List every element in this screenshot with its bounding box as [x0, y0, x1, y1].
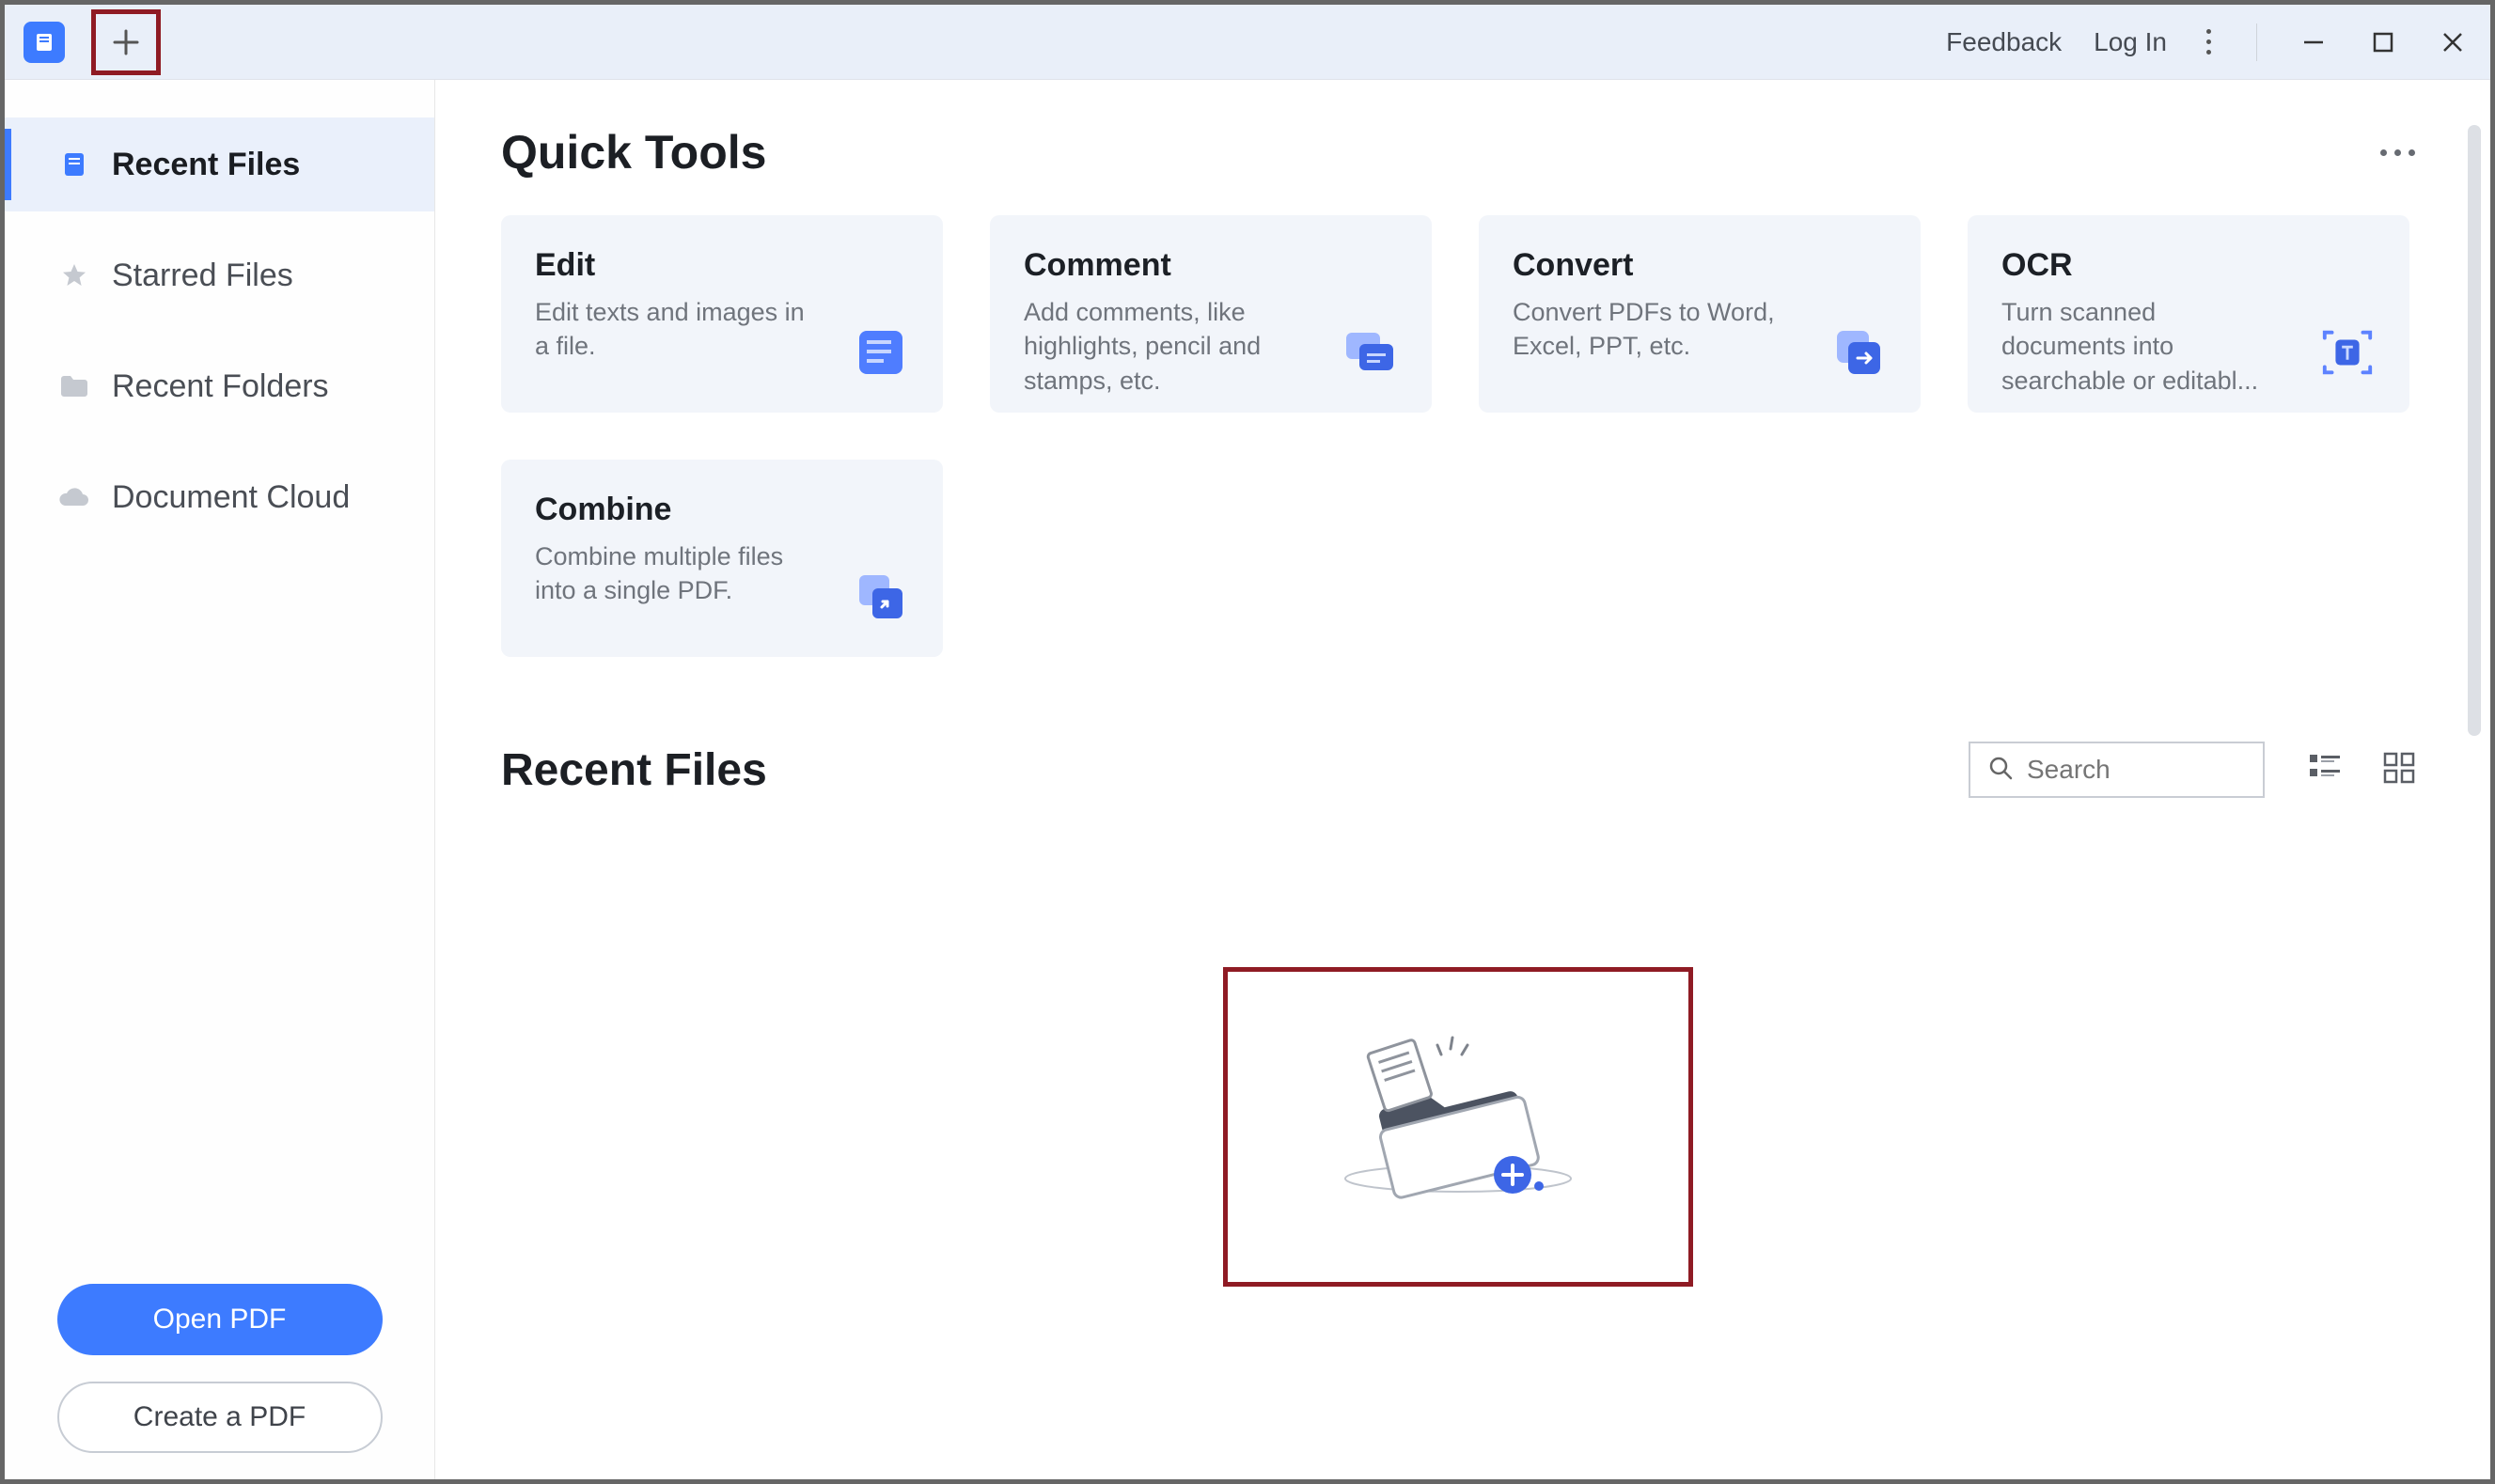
card-desc: Combine multiple files into a single PDF…: [535, 539, 815, 608]
open-pdf-button[interactable]: Open PDF: [57, 1284, 383, 1355]
card-desc: Turn scanned documents into searchable o…: [2001, 295, 2282, 398]
combine-icon: [853, 569, 909, 625]
close-button[interactable]: [2434, 23, 2471, 61]
app-window: Feedback Log In Recent Files: [0, 0, 2495, 1484]
tool-card-convert[interactable]: Convert Convert PDFs to Word, Excel, PPT…: [1479, 215, 1921, 413]
sidebar-item-label: Recent Files: [112, 147, 300, 183]
card-desc: Add comments, like highlights, pencil an…: [1024, 295, 1304, 398]
card-title: OCR: [2001, 247, 2282, 284]
search-box[interactable]: [1969, 742, 2265, 798]
tool-card-edit[interactable]: Edit Edit texts and images in a file.: [501, 215, 943, 413]
titlebar-right: Feedback Log In: [1946, 23, 2471, 61]
recent-files-header: Recent Files: [501, 742, 2415, 798]
card-desc: Edit texts and images in a file.: [535, 295, 815, 364]
quick-tools-title: Quick Tools: [501, 125, 766, 180]
card-title: Comment: [1024, 247, 1304, 284]
body: Recent Files Starred Files Recent Folder…: [5, 80, 2490, 1479]
tool-card-comment[interactable]: Comment Add comments, like highlights, p…: [990, 215, 1432, 413]
tool-card-combine[interactable]: Combine Combine multiple files into a si…: [501, 460, 943, 657]
sidebar-item-document-cloud[interactable]: Document Cloud: [5, 450, 434, 544]
ocr-icon: [2319, 324, 2376, 381]
new-tab-button[interactable]: [91, 9, 161, 75]
card-desc: Convert PDFs to Word, Excel, PPT, etc.: [1513, 295, 1793, 364]
list-view-button[interactable]: [2308, 752, 2342, 789]
titlebar: Feedback Log In: [5, 5, 2490, 80]
empty-folder-illustration: [1326, 1028, 1590, 1226]
folder-icon: [57, 369, 91, 403]
sidebar-item-recent-files[interactable]: Recent Files: [5, 117, 434, 211]
recent-files-empty-area: [501, 967, 2415, 1287]
sidebar: Recent Files Starred Files Recent Folder…: [5, 80, 435, 1479]
maximize-button[interactable]: [2364, 23, 2402, 61]
sidebar-item-label: Document Cloud: [112, 479, 350, 516]
star-icon: [57, 258, 91, 292]
grid-view-button[interactable]: [2383, 752, 2415, 789]
quick-tools-header: Quick Tools: [501, 125, 2415, 180]
card-title: Convert: [1513, 247, 1793, 284]
card-title: Combine: [535, 492, 815, 528]
convert-icon: [1830, 324, 1887, 381]
sidebar-item-label: Starred Files: [112, 258, 293, 294]
divider: [2256, 23, 2257, 61]
scrollbar[interactable]: [2468, 125, 2481, 736]
drop-file-highlight[interactable]: [1223, 967, 1693, 1287]
app-logo-button[interactable]: [24, 22, 65, 63]
more-menu-button[interactable]: [2199, 29, 2219, 55]
sidebar-item-label: Recent Folders: [112, 368, 329, 405]
comment-icon: [1342, 324, 1398, 381]
recent-files-title: Recent Files: [501, 744, 767, 796]
login-link[interactable]: Log In: [2094, 27, 2167, 57]
edit-icon: [853, 324, 909, 381]
create-pdf-button[interactable]: Create a PDF: [57, 1382, 383, 1453]
tool-card-ocr[interactable]: OCR Turn scanned documents into searchab…: [1968, 215, 2409, 413]
feedback-link[interactable]: Feedback: [1946, 27, 2062, 57]
quick-tools-more-button[interactable]: [2380, 149, 2415, 156]
minimize-button[interactable]: [2295, 23, 2332, 61]
sidebar-item-recent-folders[interactable]: Recent Folders: [5, 339, 434, 433]
main-panel: Quick Tools Edit Edit texts and images i…: [435, 80, 2490, 1479]
search-icon: [1987, 755, 2014, 786]
recent-files-tools: [1969, 742, 2415, 798]
sidebar-item-starred-files[interactable]: Starred Files: [5, 228, 434, 322]
card-title: Edit: [535, 247, 815, 284]
document-icon: [57, 148, 91, 181]
quick-tools-grid: Edit Edit texts and images in a file. Co…: [501, 215, 2415, 657]
cloud-icon: [57, 480, 91, 514]
